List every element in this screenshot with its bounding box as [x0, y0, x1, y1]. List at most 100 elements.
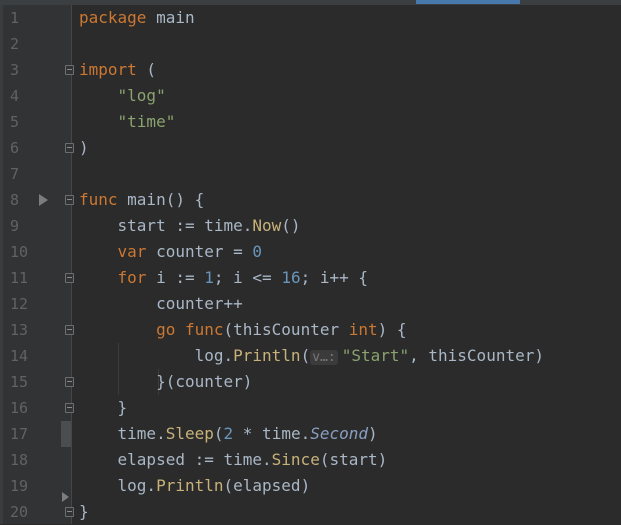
token-fn: Since: [271, 450, 320, 469]
code-line[interactable]: 6): [0, 135, 621, 161]
code-text: log.Println(v…: "Start", thisCounter): [79, 343, 544, 371]
fold-toggle-icon[interactable]: [65, 143, 74, 153]
code-line[interactable]: 4 "log": [0, 83, 621, 109]
code-line[interactable]: 1 package main: [0, 5, 621, 31]
code-text: package main: [79, 5, 195, 31]
token-text: i :=: [146, 268, 205, 287]
line-number: 13: [10, 321, 29, 339]
line-number: 19: [10, 477, 29, 495]
token-kw: var: [117, 242, 147, 261]
code-text: }(counter): [79, 369, 252, 395]
code-line[interactable]: 15 }(counter): [0, 369, 621, 395]
line-number: 4: [10, 87, 20, 105]
fold-toggle-icon[interactable]: [65, 65, 74, 75]
code-line[interactable]: 11 for i := 1; i <= 16; i++ {: [0, 265, 621, 291]
token-text: main: [146, 8, 195, 27]
line-number: 10: [10, 243, 29, 261]
token-text: ): [368, 424, 378, 443]
active-tab-indicator[interactable]: [416, 0, 520, 4]
code-text: import (: [79, 57, 156, 83]
line-number: 15: [10, 373, 29, 391]
code-line[interactable]: 8 func main() {: [0, 187, 621, 213]
fold-toggle-icon[interactable]: [65, 403, 74, 413]
token-num: 2: [223, 424, 234, 443]
code-line[interactable]: 10 var counter = 0: [0, 239, 621, 265]
token-num: 16: [281, 268, 301, 287]
code-line[interactable]: 19 log.Println(elapsed): [0, 473, 621, 499]
line-number: 14: [10, 347, 29, 365]
code-line[interactable]: 14 log.Println(v…: "Start", thisCounter): [0, 343, 621, 369]
token-kw: func: [79, 190, 118, 209]
code-text: elapsed := time.Since(start): [79, 447, 388, 473]
token-text: (): [281, 216, 301, 235]
code-line[interactable]: 9 start := time.Now(): [0, 213, 621, 239]
token-num: 0: [252, 242, 263, 261]
fold-toggle-icon[interactable]: [65, 195, 74, 205]
code-line[interactable]: 16 }: [0, 395, 621, 421]
token-fn: Sleep: [165, 424, 214, 443]
token-fn: Now: [252, 216, 282, 235]
token-text: (elapsed): [223, 476, 311, 495]
token-text: }(counter): [79, 372, 253, 391]
line-number: 18: [10, 451, 29, 469]
token-kw: int: [348, 320, 378, 339]
token-text: ) {: [377, 320, 407, 339]
line-number: 8: [10, 191, 20, 209]
code-text: time.Sleep(2 * time.Second): [79, 421, 378, 447]
code-text: log.Println(elapsed): [79, 473, 311, 499]
token-kw: func: [184, 320, 224, 339]
fold-toggle-icon[interactable]: [65, 325, 74, 335]
code-line[interactable]: 17 time.Sleep(2 * time.Second): [0, 421, 621, 447]
code-line[interactable]: 20}: [0, 499, 621, 525]
code-text: counter++: [79, 291, 243, 317]
code-text: func main() {: [79, 187, 204, 213]
code-text: "log": [79, 83, 166, 109]
token-str: "time": [117, 112, 176, 131]
token-text: (start): [319, 450, 388, 469]
parameter-hint: v…:: [310, 350, 338, 365]
code-line[interactable]: 5 "time": [0, 109, 621, 135]
fold-toggle-icon[interactable]: [65, 377, 74, 387]
token-text: elapsed := time.: [79, 450, 272, 469]
token-text: ; i++ {: [300, 268, 369, 287]
token-fn: Println: [233, 346, 301, 365]
token-str: "log": [117, 86, 166, 105]
code-text: ): [79, 135, 89, 161]
token-kw: package: [79, 8, 147, 27]
code-text: }: [79, 499, 89, 525]
code-text: for i := 1; i <= 16; i++ {: [79, 265, 368, 291]
token-text: ): [79, 138, 89, 157]
token-text: start := time.: [79, 216, 253, 235]
line-number: 9: [10, 217, 20, 235]
token-text: }: [79, 502, 89, 521]
token-text: (: [136, 60, 157, 79]
token-text: }: [79, 398, 128, 417]
code-line[interactable]: 7: [0, 161, 621, 187]
fold-toggle-icon[interactable]: [65, 507, 74, 517]
token-const: Second: [310, 424, 369, 443]
code-line[interactable]: 3 import (: [0, 57, 621, 83]
line-number: 5: [10, 113, 20, 131]
code-line[interactable]: 18 elapsed := time.Since(start): [0, 447, 621, 473]
token-text: main() {: [117, 190, 205, 209]
code-text: }: [79, 395, 128, 421]
token-text: counter =: [146, 242, 253, 261]
line-number: 11: [10, 269, 29, 287]
fold-toggle-icon[interactable]: [65, 273, 74, 283]
line-number: 20: [10, 503, 29, 521]
code-line[interactable]: 13 go func(thisCounter int) {: [0, 317, 621, 343]
token-text: (: [213, 424, 224, 443]
code-line[interactable]: 2: [0, 31, 621, 57]
code-text: var counter = 0: [79, 239, 263, 265]
token-text: , thisCounter): [409, 346, 544, 365]
token-num: 1: [204, 268, 214, 287]
token-text: (: [300, 346, 311, 365]
token-kw: go: [156, 320, 176, 339]
token-text: time.: [79, 424, 166, 443]
token-text: (thisCounter: [223, 320, 349, 339]
code-line[interactable]: 12 counter++: [0, 291, 621, 317]
